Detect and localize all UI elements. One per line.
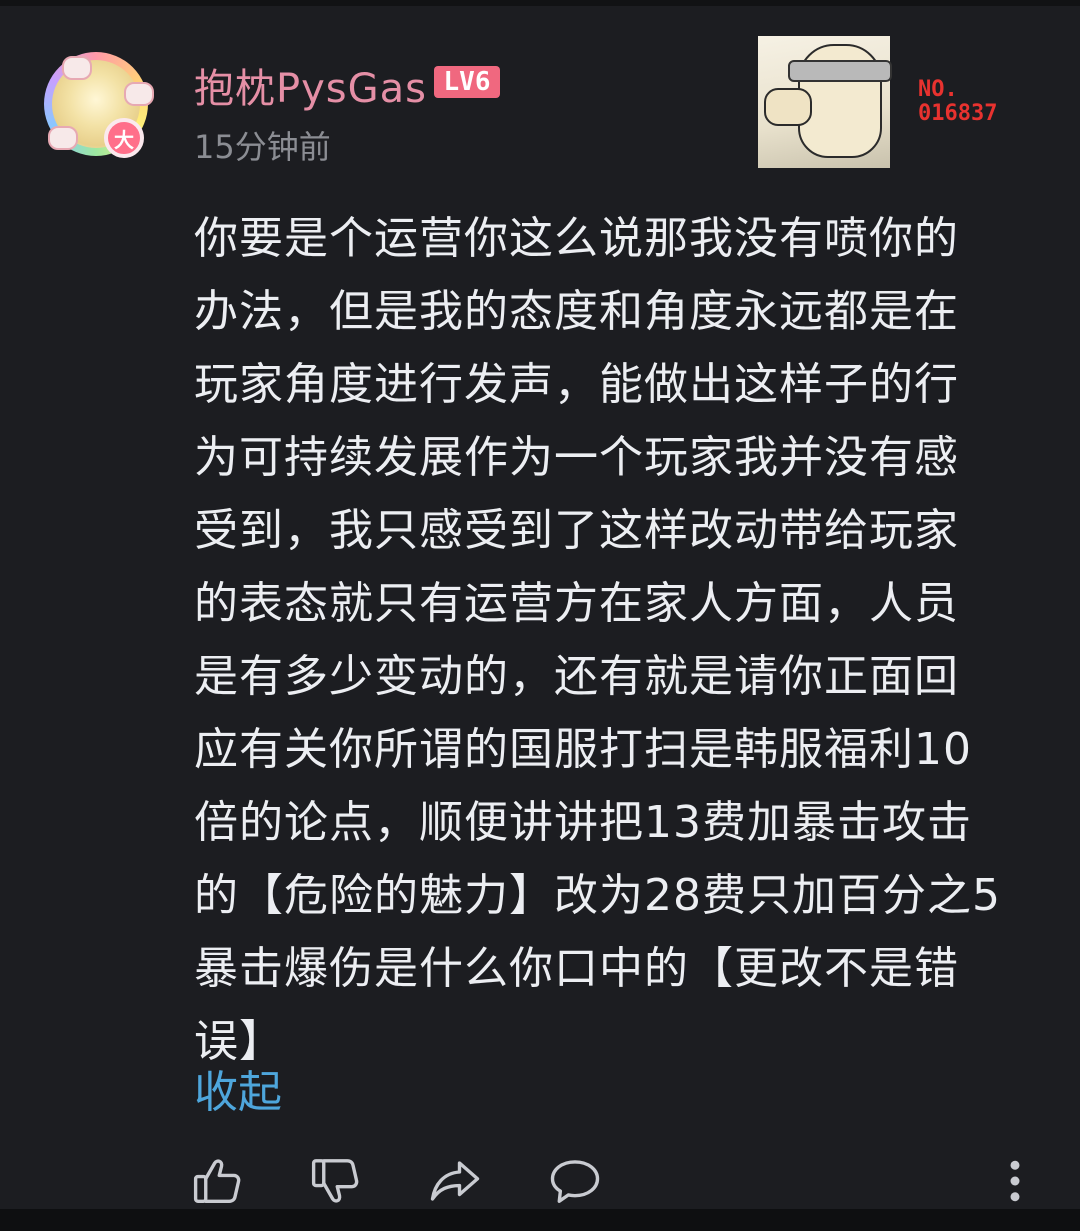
avatar-badge: 大 [104, 118, 144, 158]
comment-card: 大 抱枕PysGas LV6 15分钟前 NO. 016837 你要是个运营你这… [0, 6, 1080, 1209]
fan-card-hand [764, 88, 812, 126]
comment-line: 的【危险的魅力】改为28费只加百分之5 [194, 870, 1001, 921]
comment-icon[interactable] [548, 1154, 602, 1208]
fan-card-number-value: 016837 [918, 101, 998, 126]
bottom-edge [0, 1209, 1080, 1231]
avatar-cat-decoration [48, 126, 78, 150]
comment-line: 你要是个运营你这么说那我没有喷你的 [194, 213, 959, 264]
thumbs-down-icon[interactable] [308, 1154, 362, 1208]
fan-card-number-label: NO. [918, 77, 958, 102]
fan-card-decoration [758, 36, 892, 168]
comment-line: 玩家角度进行发声，能做出这样子的行 [194, 359, 959, 410]
avatar-cat-decoration [62, 56, 92, 80]
fan-card-number: NO. 016837 [918, 78, 997, 126]
comment-line: 暴击爆伤是什么你口中的【更改不是错 [194, 943, 959, 994]
share-icon[interactable] [428, 1154, 482, 1208]
comment-text: 你要是个运营你这么说那我没有喷你的 办法，但是我的态度和角度永远都是在 玩家角度… [194, 202, 1044, 1078]
comment-line: 办法，但是我的态度和角度永远都是在 [194, 286, 959, 337]
avatar-cat-decoration [124, 82, 154, 106]
action-bar [0, 1146, 1080, 1216]
comment-line: 为可持续发展作为一个玩家我并没有感 [194, 432, 959, 483]
comment-line: 应有关你所谓的国服打扫是韩服福利10 [194, 724, 972, 775]
comment-line: 的表态就只有运营方在家人方面，人员 [194, 578, 959, 629]
level-badge: LV6 [434, 66, 500, 98]
collapse-link[interactable]: 收起 [194, 1056, 282, 1120]
username[interactable]: 抱枕PysGas [194, 56, 427, 114]
comment-line: 是有多少变动的，还有就是请你正面回 [194, 651, 959, 702]
avatar[interactable]: 大 [44, 52, 156, 164]
more-icon[interactable] [988, 1154, 1042, 1208]
fan-card-goggles [788, 60, 892, 82]
comment-line: 受到，我只感受到了这样改动带给玩家 [194, 505, 959, 556]
timestamp: 15分钟前 [194, 128, 331, 166]
comment-line: 误】 [194, 1016, 284, 1067]
comment-line: 倍的论点，顺便讲讲把13费加暴击攻击 [194, 797, 972, 848]
thumbs-up-icon[interactable] [190, 1154, 244, 1208]
